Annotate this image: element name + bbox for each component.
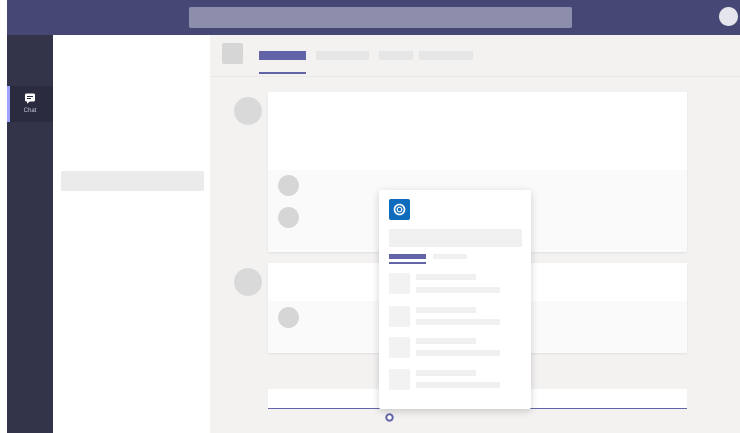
loader-icon <box>385 413 394 422</box>
rail-active-indicator <box>7 86 10 122</box>
app-logo-icon[interactable] <box>389 199 410 220</box>
tab-files[interactable] <box>316 51 369 60</box>
rail-item-chat[interactable] <box>7 86 53 122</box>
popup-search-input[interactable] <box>389 229 522 247</box>
tab-add[interactable] <box>419 51 473 60</box>
list-item-subtitle <box>416 319 500 325</box>
tab-wiki[interactable] <box>379 51 413 60</box>
avatar <box>278 307 299 328</box>
list-item[interactable] <box>61 171 204 191</box>
popup-active-tab-indicator <box>389 262 426 264</box>
active-tab-indicator <box>259 72 306 74</box>
list-item-subtitle <box>416 350 500 356</box>
list-item-thumbnail[interactable] <box>389 337 410 358</box>
user-avatar[interactable] <box>719 7 738 26</box>
avatar <box>234 97 262 125</box>
list-item-thumbnail[interactable] <box>389 369 410 390</box>
list-item-title <box>416 307 476 313</box>
search-input[interactable] <box>189 7 572 28</box>
list-item-title <box>416 370 476 376</box>
list-item-thumbnail[interactable] <box>389 273 410 294</box>
tab-bar-divider <box>210 76 740 77</box>
list-item-title <box>416 338 476 344</box>
app-logo-glyph <box>393 203 406 216</box>
conversation-list <box>53 35 210 433</box>
avatar <box>278 175 299 196</box>
list-item-subtitle <box>416 287 500 293</box>
tab-posts[interactable] <box>259 51 306 60</box>
message-body <box>268 92 687 170</box>
popup-tab-active[interactable] <box>389 254 426 259</box>
chat-icon <box>25 93 35 104</box>
avatar <box>278 207 299 228</box>
team-avatar <box>222 43 243 64</box>
list-item-thumbnail[interactable] <box>389 306 410 327</box>
avatar <box>234 268 262 296</box>
popup-tab[interactable] <box>433 254 467 259</box>
rail-item-label: Chat <box>23 108 37 114</box>
list-item-subtitle <box>416 382 500 388</box>
list-item-title <box>416 274 476 280</box>
